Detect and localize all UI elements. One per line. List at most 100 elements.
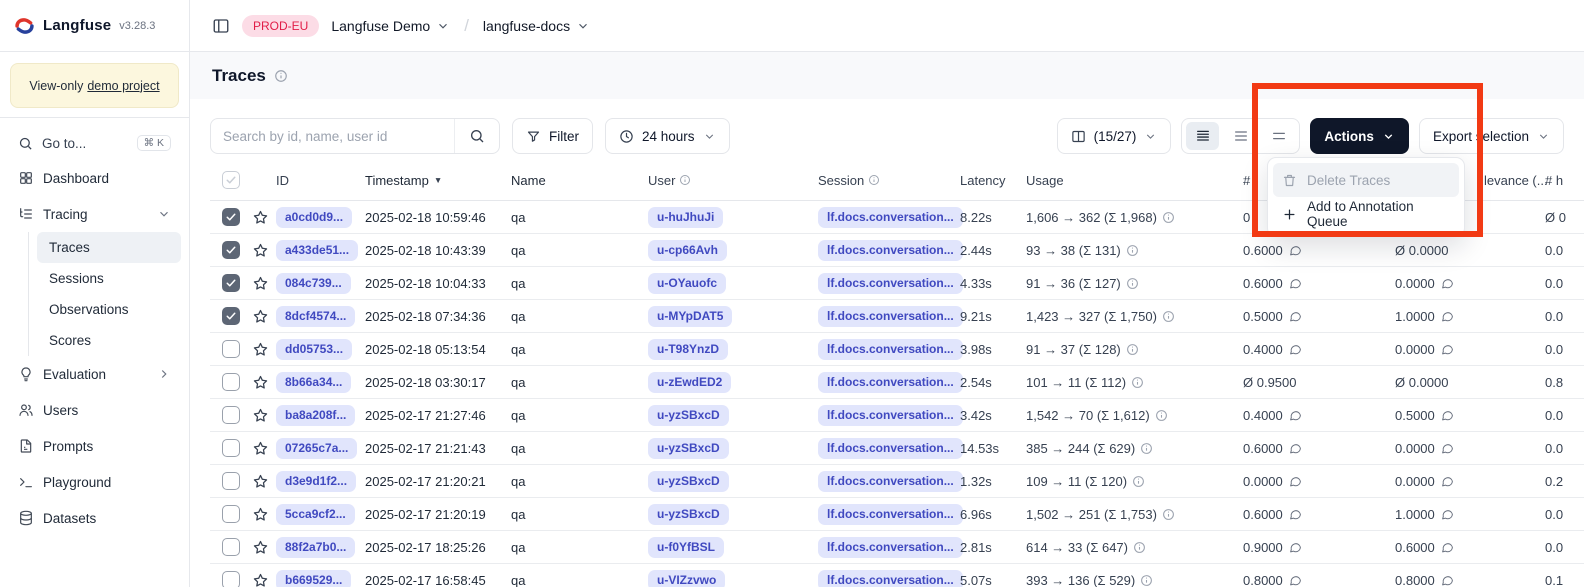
row-checkbox[interactable] xyxy=(222,340,240,358)
sidebar-item-dashboard[interactable]: Dashboard xyxy=(8,160,181,196)
user-badge[interactable]: u-T98YnzD xyxy=(648,339,728,360)
session-badge[interactable]: lf.docs.conversation... xyxy=(818,570,963,587)
session-badge[interactable]: lf.docs.conversation... xyxy=(818,504,963,525)
session-badge[interactable]: lf.docs.conversation... xyxy=(818,273,963,294)
column-visibility-button[interactable]: (15/27) xyxy=(1057,118,1172,154)
row-checkbox[interactable] xyxy=(222,406,240,424)
sidebar-item-prompts[interactable]: Prompts xyxy=(8,428,181,464)
table-row[interactable]: a433de51... 2025-02-18 10:43:39 qa u-cp6… xyxy=(210,234,1584,267)
row-height-small-icon[interactable] xyxy=(1186,122,1219,150)
sidebar-item-datasets[interactable]: Datasets xyxy=(8,500,181,536)
table-row[interactable]: ba8a208f... 2025-02-17 21:27:46 qa u-yzS… xyxy=(210,399,1584,432)
search-input[interactable] xyxy=(211,119,454,153)
favorite-star-icon[interactable] xyxy=(252,432,269,464)
column-header-latency[interactable]: Latency xyxy=(960,160,1006,200)
trace-id-badge[interactable]: b669529... xyxy=(276,570,351,587)
user-badge[interactable]: u-yzSBxcD xyxy=(648,504,729,525)
favorite-star-icon[interactable] xyxy=(252,498,269,530)
user-badge[interactable]: u-cp66Avh xyxy=(648,240,727,261)
row-checkbox[interactable] xyxy=(222,439,240,457)
column-header-timestamp[interactable]: Timestamp▼ xyxy=(365,160,442,200)
time-range-button[interactable]: 24 hours xyxy=(605,118,730,154)
favorite-star-icon[interactable] xyxy=(252,201,269,233)
info-icon[interactable] xyxy=(274,69,288,83)
export-selection-button[interactable]: Export selection xyxy=(1419,118,1564,154)
favorite-star-icon[interactable] xyxy=(252,234,269,266)
trace-id-badge[interactable]: a0cd0d9... xyxy=(276,207,352,228)
trace-id-badge[interactable]: 8b66a34... xyxy=(276,372,351,393)
table-row[interactable]: 88f2a7b0... 2025-02-17 18:25:26 qa u-f0Y… xyxy=(210,531,1584,564)
row-checkbox[interactable] xyxy=(222,538,240,556)
actions-button[interactable]: Actions xyxy=(1310,118,1409,154)
row-checkbox[interactable] xyxy=(222,307,240,325)
column-header-id[interactable]: ID xyxy=(276,160,289,200)
row-checkbox[interactable] xyxy=(222,241,240,259)
session-badge[interactable]: lf.docs.conversation... xyxy=(818,537,963,558)
table-row[interactable]: b669529... 2025-02-17 16:58:45 qa u-VIZz… xyxy=(210,564,1584,587)
trace-id-badge[interactable]: ba8a208f... xyxy=(276,405,355,426)
favorite-star-icon[interactable] xyxy=(252,267,269,299)
org-switcher[interactable]: Langfuse Demo xyxy=(331,18,450,34)
table-row[interactable]: 07265c7a... 2025-02-17 21:21:43 qa u-yzS… xyxy=(210,432,1584,465)
favorite-star-icon[interactable] xyxy=(252,333,269,365)
demo-project-link[interactable]: demo project xyxy=(87,79,159,93)
search-icon[interactable] xyxy=(454,119,499,153)
trace-id-badge[interactable]: 07265c7a... xyxy=(276,438,357,459)
sidebar-item-observations[interactable]: Observations xyxy=(37,294,181,325)
user-badge[interactable]: u-MYpDAT5 xyxy=(648,306,732,327)
column-header-usage[interactable]: Usage xyxy=(1026,160,1064,200)
row-height-large-icon[interactable] xyxy=(1262,122,1295,150)
session-badge[interactable]: lf.docs.conversation... xyxy=(818,372,963,393)
favorite-star-icon[interactable] xyxy=(252,300,269,332)
favorite-star-icon[interactable] xyxy=(252,531,269,563)
user-badge[interactable]: u-zEwdED2 xyxy=(648,372,731,393)
menu-item-delete-traces[interactable]: Delete Traces xyxy=(1273,163,1459,197)
trace-id-badge[interactable]: dd05753... xyxy=(276,339,352,360)
session-badge[interactable]: lf.docs.conversation... xyxy=(818,240,963,261)
table-row[interactable]: d3e9d1f2... 2025-02-17 21:20:21 qa u-yzS… xyxy=(210,465,1584,498)
trace-id-badge[interactable]: 5cca9cf2... xyxy=(276,504,355,525)
favorite-star-icon[interactable] xyxy=(252,366,269,398)
favorite-star-icon[interactable] xyxy=(252,399,269,431)
user-badge[interactable]: u-huJhuJi xyxy=(648,207,723,228)
sidebar-item-evaluation[interactable]: Evaluation xyxy=(8,356,181,392)
table-row[interactable]: 8dcf4574... 2025-02-18 07:34:36 qa u-MYp… xyxy=(210,300,1584,333)
goto-search[interactable]: Go to... ⌘ K xyxy=(8,126,181,160)
favorite-star-icon[interactable] xyxy=(252,564,269,587)
user-badge[interactable]: u-OYauofc xyxy=(648,273,726,294)
row-checkbox[interactable] xyxy=(222,571,240,587)
table-row[interactable]: dd05753... 2025-02-18 05:13:54 qa u-T98Y… xyxy=(210,333,1584,366)
column-header-name[interactable]: Name xyxy=(511,160,546,200)
score-column-header-fragment[interactable]: # xyxy=(1243,160,1250,200)
trace-id-badge[interactable]: 88f2a7b0... xyxy=(276,537,355,558)
trace-id-badge[interactable]: 8dcf4574... xyxy=(276,306,355,327)
user-badge[interactable]: u-f0YfBSL xyxy=(648,537,724,558)
row-checkbox[interactable] xyxy=(222,505,240,523)
select-all-checkbox[interactable] xyxy=(222,171,240,189)
favorite-star-icon[interactable] xyxy=(252,465,269,497)
sidebar-item-tracing[interactable]: Tracing xyxy=(8,196,181,232)
column-header-user[interactable]: User xyxy=(648,160,691,200)
trace-id-badge[interactable]: d3e9d1f2... xyxy=(276,471,356,492)
sidebar-item-users[interactable]: Users xyxy=(8,392,181,428)
session-badge[interactable]: lf.docs.conversation... xyxy=(818,405,963,426)
row-checkbox[interactable] xyxy=(222,274,240,292)
table-row[interactable]: 084c739... 2025-02-18 10:04:33 qa u-OYau… xyxy=(210,267,1584,300)
row-checkbox[interactable] xyxy=(222,373,240,391)
row-checkbox[interactable] xyxy=(222,208,240,226)
column-header-session[interactable]: Session xyxy=(818,160,880,200)
sidebar-item-traces[interactable]: Traces xyxy=(37,232,181,263)
table-row[interactable]: 5cca9cf2... 2025-02-17 21:20:19 qa u-yzS… xyxy=(210,498,1584,531)
trace-id-badge[interactable]: 084c739... xyxy=(276,273,351,294)
session-badge[interactable]: lf.docs.conversation... xyxy=(818,306,963,327)
row-checkbox[interactable] xyxy=(222,472,240,490)
user-badge[interactable]: u-yzSBxcD xyxy=(648,438,729,459)
table-row[interactable]: 8b66a34... 2025-02-18 03:30:17 qa u-zEwd… xyxy=(210,366,1584,399)
session-badge[interactable]: lf.docs.conversation... xyxy=(818,207,963,228)
sidebar-item-scores[interactable]: Scores xyxy=(37,325,181,356)
score-column-header-fragment[interactable]: levance (... xyxy=(1484,160,1548,200)
sidebar-item-sessions[interactable]: Sessions xyxy=(37,263,181,294)
project-switcher[interactable]: langfuse-docs xyxy=(483,18,590,34)
session-badge[interactable]: lf.docs.conversation... xyxy=(818,438,963,459)
session-badge[interactable]: lf.docs.conversation... xyxy=(818,471,963,492)
